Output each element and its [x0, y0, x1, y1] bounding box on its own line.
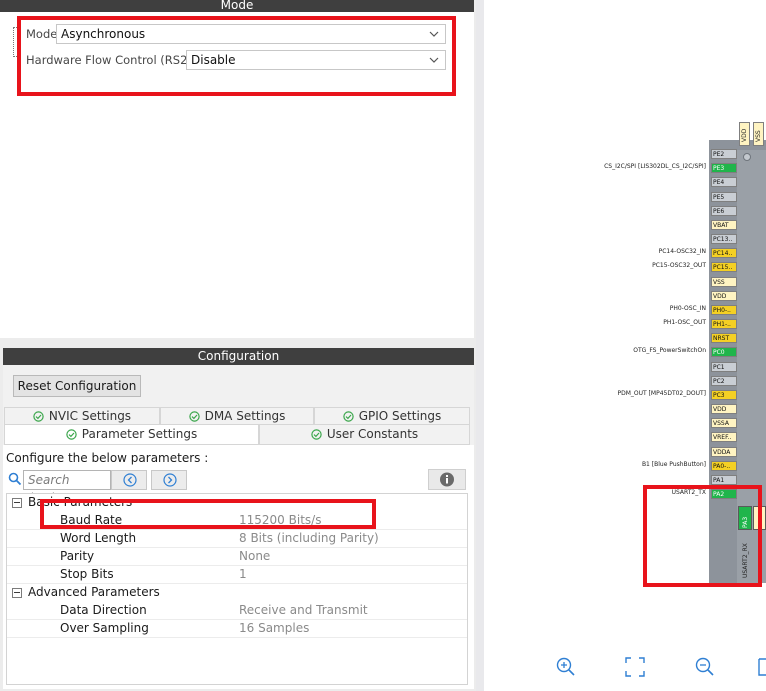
param-value[interactable]: 8 Bits (including Parity): [239, 531, 379, 545]
table-row[interactable]: Over Sampling 16 Samples: [7, 620, 467, 638]
pin-pa1[interactable]: PA1: [711, 475, 737, 485]
pin-ph0[interactable]: PH0-..: [711, 305, 737, 315]
pin-signal-label: CS_I2C/SPI [LIS302DL_CS_I2C/SPI]: [604, 163, 706, 170]
pin-signal-label: PC14-OSC32_IN: [658, 248, 706, 255]
pin-nrst[interactable]: NRST: [711, 333, 737, 343]
zoom-out-icon[interactable]: [694, 656, 716, 678]
table-row[interactable]: Parity None: [7, 548, 467, 566]
param-value[interactable]: 16 Samples: [239, 621, 309, 635]
check-circle-icon: [188, 411, 200, 422]
pin-pe6[interactable]: PE6: [711, 206, 737, 216]
toolbar-more-icon[interactable]: [758, 656, 766, 678]
tab-nvic-settings[interactable]: NVIC Settings: [4, 407, 160, 425]
check-circle-icon: [343, 411, 354, 422]
check-circle-icon: [311, 429, 322, 440]
pin-vbat[interactable]: VBAT: [711, 220, 737, 230]
search-next-button[interactable]: [151, 470, 187, 490]
tab-dma-settings[interactable]: DMA Settings: [160, 407, 314, 425]
check-circle-icon: [33, 411, 44, 422]
pin-pe2[interactable]: PE2: [711, 149, 737, 159]
pin-signal-label: B1 [Blue PushButton]: [641, 461, 706, 468]
param-name: Word Length: [60, 531, 137, 545]
param-name: Over Sampling: [60, 621, 149, 635]
collapse-icon[interactable]: [12, 498, 22, 508]
info-button[interactable]: [428, 469, 466, 490]
tab-gpio-label: GPIO Settings: [358, 409, 442, 423]
pin-pc1[interactable]: PC1: [711, 362, 737, 372]
param-name: Parity: [60, 549, 95, 563]
pin-vss[interactable]: VSS: [711, 277, 737, 287]
pin1-marker-icon: [743, 153, 751, 161]
search-input[interactable]: Search (Ctrl...: [23, 470, 111, 505]
pin-pe5[interactable]: PE5: [711, 192, 737, 202]
pin-pc0[interactable]: PC0: [711, 347, 737, 357]
configuration-panel-title: Configuration: [3, 348, 474, 365]
pin-signal-label: PH1-OSC_OUT: [663, 319, 706, 326]
search-icon: [8, 472, 22, 486]
pin-pc15[interactable]: PC15..: [711, 262, 737, 272]
chevron-right-circle-icon: [163, 473, 177, 487]
pin-pe3[interactable]: PE3: [711, 163, 737, 173]
pin-signal-label: PC15-OSC32_OUT: [652, 262, 706, 269]
tab-user-constants[interactable]: User Constants: [259, 424, 470, 445]
group-name: Advanced Parameters: [28, 585, 160, 599]
pin-vdd[interactable]: VDD: [711, 404, 737, 414]
fit-to-window-icon[interactable]: [624, 656, 646, 678]
tab-user-constants-label: User Constants: [326, 427, 419, 441]
param-value[interactable]: None: [239, 549, 270, 563]
search-prev-button[interactable]: [111, 470, 147, 490]
check-circle-icon: [66, 429, 77, 440]
tab-parameter-settings[interactable]: Parameter Settings: [4, 424, 259, 445]
tab-parameter-label: Parameter Settings: [81, 427, 198, 441]
table-row[interactable]: Stop Bits 1: [7, 566, 467, 584]
pin-signal-label: PDM_OUT [MP45DT02_DOUT]: [617, 390, 706, 397]
top-pin-label: VDD: [741, 128, 748, 142]
configure-params-label: Configure the below parameters :: [6, 451, 209, 465]
tab-nvic-label: NVIC Settings: [48, 409, 132, 423]
highlight-usart2-pins: [643, 485, 762, 587]
chevron-left-circle-icon: [123, 473, 137, 487]
pin-pc13[interactable]: PC13..: [711, 234, 737, 244]
param-name: Stop Bits: [60, 567, 114, 581]
group-advanced-parameters[interactable]: Advanced Parameters: [7, 584, 467, 602]
zoom-in-icon[interactable]: [555, 656, 577, 678]
highlight-mode-settings: [17, 16, 456, 96]
pin-vref[interactable]: VREF..: [711, 432, 737, 442]
pin-signal-label: OTG_FS_PowerSwitchOn: [633, 347, 706, 354]
param-value[interactable]: Receive and Transmit: [239, 603, 368, 617]
tab-dma-label: DMA Settings: [204, 409, 286, 423]
pin-vssa[interactable]: VSSA: [711, 418, 737, 428]
pin-vdd[interactable]: VDD: [711, 291, 737, 301]
pin-pc14[interactable]: PC14..: [711, 248, 737, 258]
pin-pe4[interactable]: PE4: [711, 177, 737, 187]
info-icon: [440, 472, 454, 487]
pin-ph1[interactable]: PH1-..: [711, 319, 737, 329]
reset-configuration-button[interactable]: Reset Configuration: [13, 375, 141, 397]
table-row[interactable]: Data Direction Receive and Transmit: [7, 602, 467, 620]
pin-vdda[interactable]: VDDA: [711, 447, 737, 457]
param-value[interactable]: 1: [239, 567, 247, 581]
pin-pa0[interactable]: PA0-..: [711, 461, 737, 471]
param-name: Data Direction: [60, 603, 147, 617]
table-row[interactable]: Word Length 8 Bits (including Parity): [7, 530, 467, 548]
collapse-icon[interactable]: [12, 588, 22, 598]
tab-gpio-settings[interactable]: GPIO Settings: [314, 407, 470, 425]
mode-panel-title: Mode: [0, 0, 474, 12]
pin-pc3[interactable]: PC3: [711, 390, 737, 400]
pin-signal-label: PH0-OSC_IN: [669, 305, 706, 312]
highlight-baud-rate: [40, 499, 376, 529]
top-pin-label: VSS: [755, 130, 762, 142]
pin-pc2[interactable]: PC2: [711, 376, 737, 386]
